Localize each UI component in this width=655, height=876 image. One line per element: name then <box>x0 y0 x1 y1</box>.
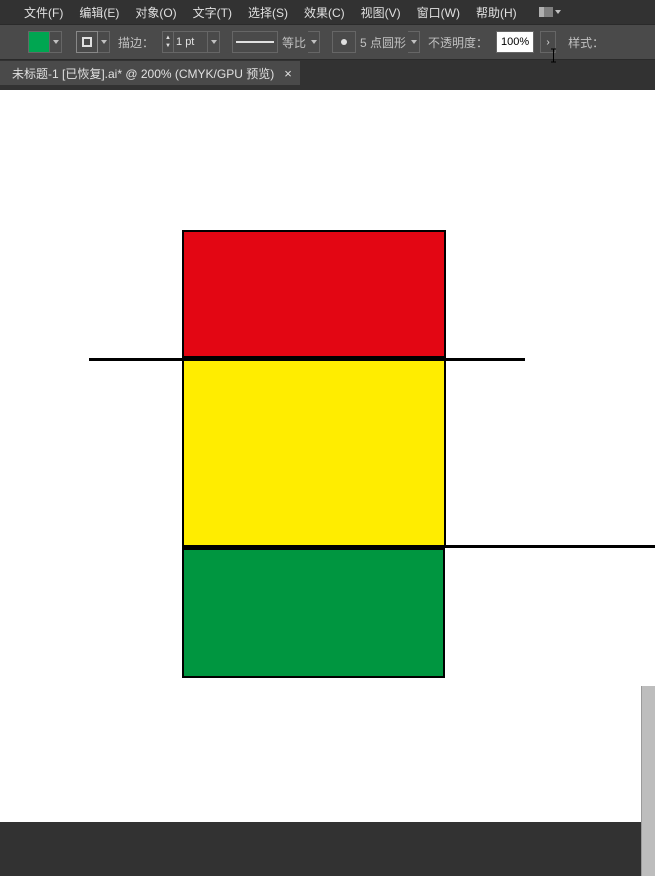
brush-preview[interactable] <box>332 31 356 53</box>
green-rectangle[interactable] <box>182 548 445 678</box>
opacity-label: 不透明度： <box>428 34 488 51</box>
stroke-profile-group: 等比 <box>226 31 320 53</box>
stroke-weight-input[interactable] <box>174 31 208 53</box>
stroke-weight-dropdown[interactable] <box>208 31 220 53</box>
fill-swatch-group <box>28 31 62 53</box>
style-label: 样式： <box>568 34 604 51</box>
document-tabs: 未标题-1 [已恢复].ai* @ 200% (CMYK/GPU 预览) × <box>0 60 655 86</box>
opacity-next[interactable]: › <box>540 31 556 53</box>
opacity-input[interactable] <box>496 31 534 53</box>
stroke-swatch-group <box>68 31 110 53</box>
yellow-rectangle[interactable] <box>182 358 446 548</box>
menu-file[interactable]: 文件(F) <box>20 2 67 23</box>
workspace-switcher[interactable] <box>539 7 561 17</box>
brush-label: 5 点圆形 <box>360 34 406 51</box>
chevron-down-icon <box>211 40 217 44</box>
brush-group: 5 点圆形 <box>326 31 420 53</box>
profile-label: 等比 <box>282 34 306 51</box>
panel-icon <box>539 7 553 17</box>
stroke-swatch[interactable] <box>76 31 98 53</box>
horizontal-line-1[interactable] <box>89 358 525 361</box>
menu-type[interactable]: 文字(T) <box>189 2 236 23</box>
chevron-down-icon <box>53 40 59 44</box>
vertical-scrollbar[interactable] <box>641 686 655 876</box>
menu-object[interactable]: 对象(O) <box>131 2 180 23</box>
menu-effect[interactable]: 效果(C) <box>300 2 349 23</box>
canvas[interactable] <box>0 90 655 822</box>
stroke-dropdown[interactable] <box>98 31 110 53</box>
menu-window[interactable]: 窗口(W) <box>413 2 464 23</box>
stepper-arrows[interactable]: ▲▼ <box>162 31 174 53</box>
red-rectangle[interactable] <box>182 230 446 358</box>
stroke-preview[interactable] <box>232 31 278 53</box>
fill-swatch[interactable] <box>28 31 50 53</box>
chevron-down-icon <box>411 40 417 44</box>
close-icon[interactable]: × <box>284 66 292 81</box>
stroke-weight-stepper[interactable]: ▲▼ <box>162 31 220 53</box>
chevron-down-icon <box>555 10 561 14</box>
stroke-profile-dropdown[interactable] <box>308 31 320 53</box>
stroke-weight-label: 描边： <box>118 34 154 51</box>
fill-dropdown[interactable] <box>50 31 62 53</box>
chevron-down-icon <box>101 40 107 44</box>
artwork <box>182 230 448 680</box>
menu-select[interactable]: 选择(S) <box>244 2 292 23</box>
brush-dropdown[interactable] <box>408 31 420 53</box>
horizontal-line-2[interactable] <box>182 545 655 548</box>
menu-help[interactable]: 帮助(H) <box>472 2 521 23</box>
menu-view[interactable]: 视图(V) <box>357 2 405 23</box>
chevron-down-icon <box>311 40 317 44</box>
document-tab-title: 未标题-1 [已恢复].ai* @ 200% (CMYK/GPU 预览) <box>12 65 274 82</box>
menu-edit[interactable]: 编辑(E) <box>75 2 123 23</box>
menu-bar: 文件(F) 编辑(E) 对象(O) 文字(T) 选择(S) 效果(C) 视图(V… <box>0 0 655 24</box>
dot-icon <box>341 39 347 45</box>
document-tab[interactable]: 未标题-1 [已恢复].ai* @ 200% (CMYK/GPU 预览) × <box>0 61 300 85</box>
control-bar: 描边： ▲▼ 等比 5 点圆形 不透明度： › 样式： <box>0 24 655 60</box>
